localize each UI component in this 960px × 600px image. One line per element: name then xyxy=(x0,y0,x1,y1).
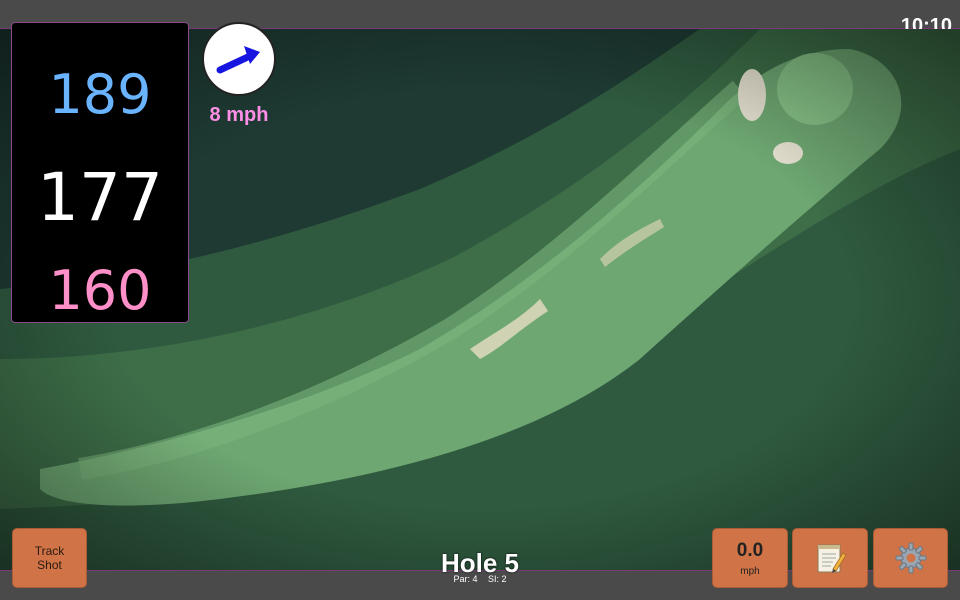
hole-meta: Par: 4 SI: 2 xyxy=(380,574,580,584)
speed-button[interactable]: 0.0 mph xyxy=(712,528,788,588)
speed-unit: mph xyxy=(740,565,760,577)
wind-speed: 8 mph xyxy=(209,104,269,126)
distance-center: 177 xyxy=(37,159,163,236)
hole-info: Hole 5 Par: 4 SI: 2 xyxy=(380,548,580,584)
distance-panel: 189 177 160 xyxy=(11,22,189,323)
distance-front: 160 xyxy=(48,259,152,322)
track-shot-label-line1: Track xyxy=(34,544,65,558)
hole-par: Par: 4 xyxy=(453,574,478,584)
hole-si: SI: 2 xyxy=(488,574,507,584)
track-shot-label-line2: Shot xyxy=(37,558,62,572)
distance-back: 189 xyxy=(48,63,152,126)
track-shot-button[interactable]: Track Shot xyxy=(12,528,87,588)
notepad-icon xyxy=(817,544,847,573)
settings-button[interactable] xyxy=(873,528,948,588)
notes-button[interactable] xyxy=(792,528,868,588)
speed-value: 0.0 xyxy=(736,539,764,561)
wind-direction-dial[interactable] xyxy=(202,22,276,96)
gear-icon xyxy=(895,542,926,574)
arrow-right-icon xyxy=(216,46,260,74)
